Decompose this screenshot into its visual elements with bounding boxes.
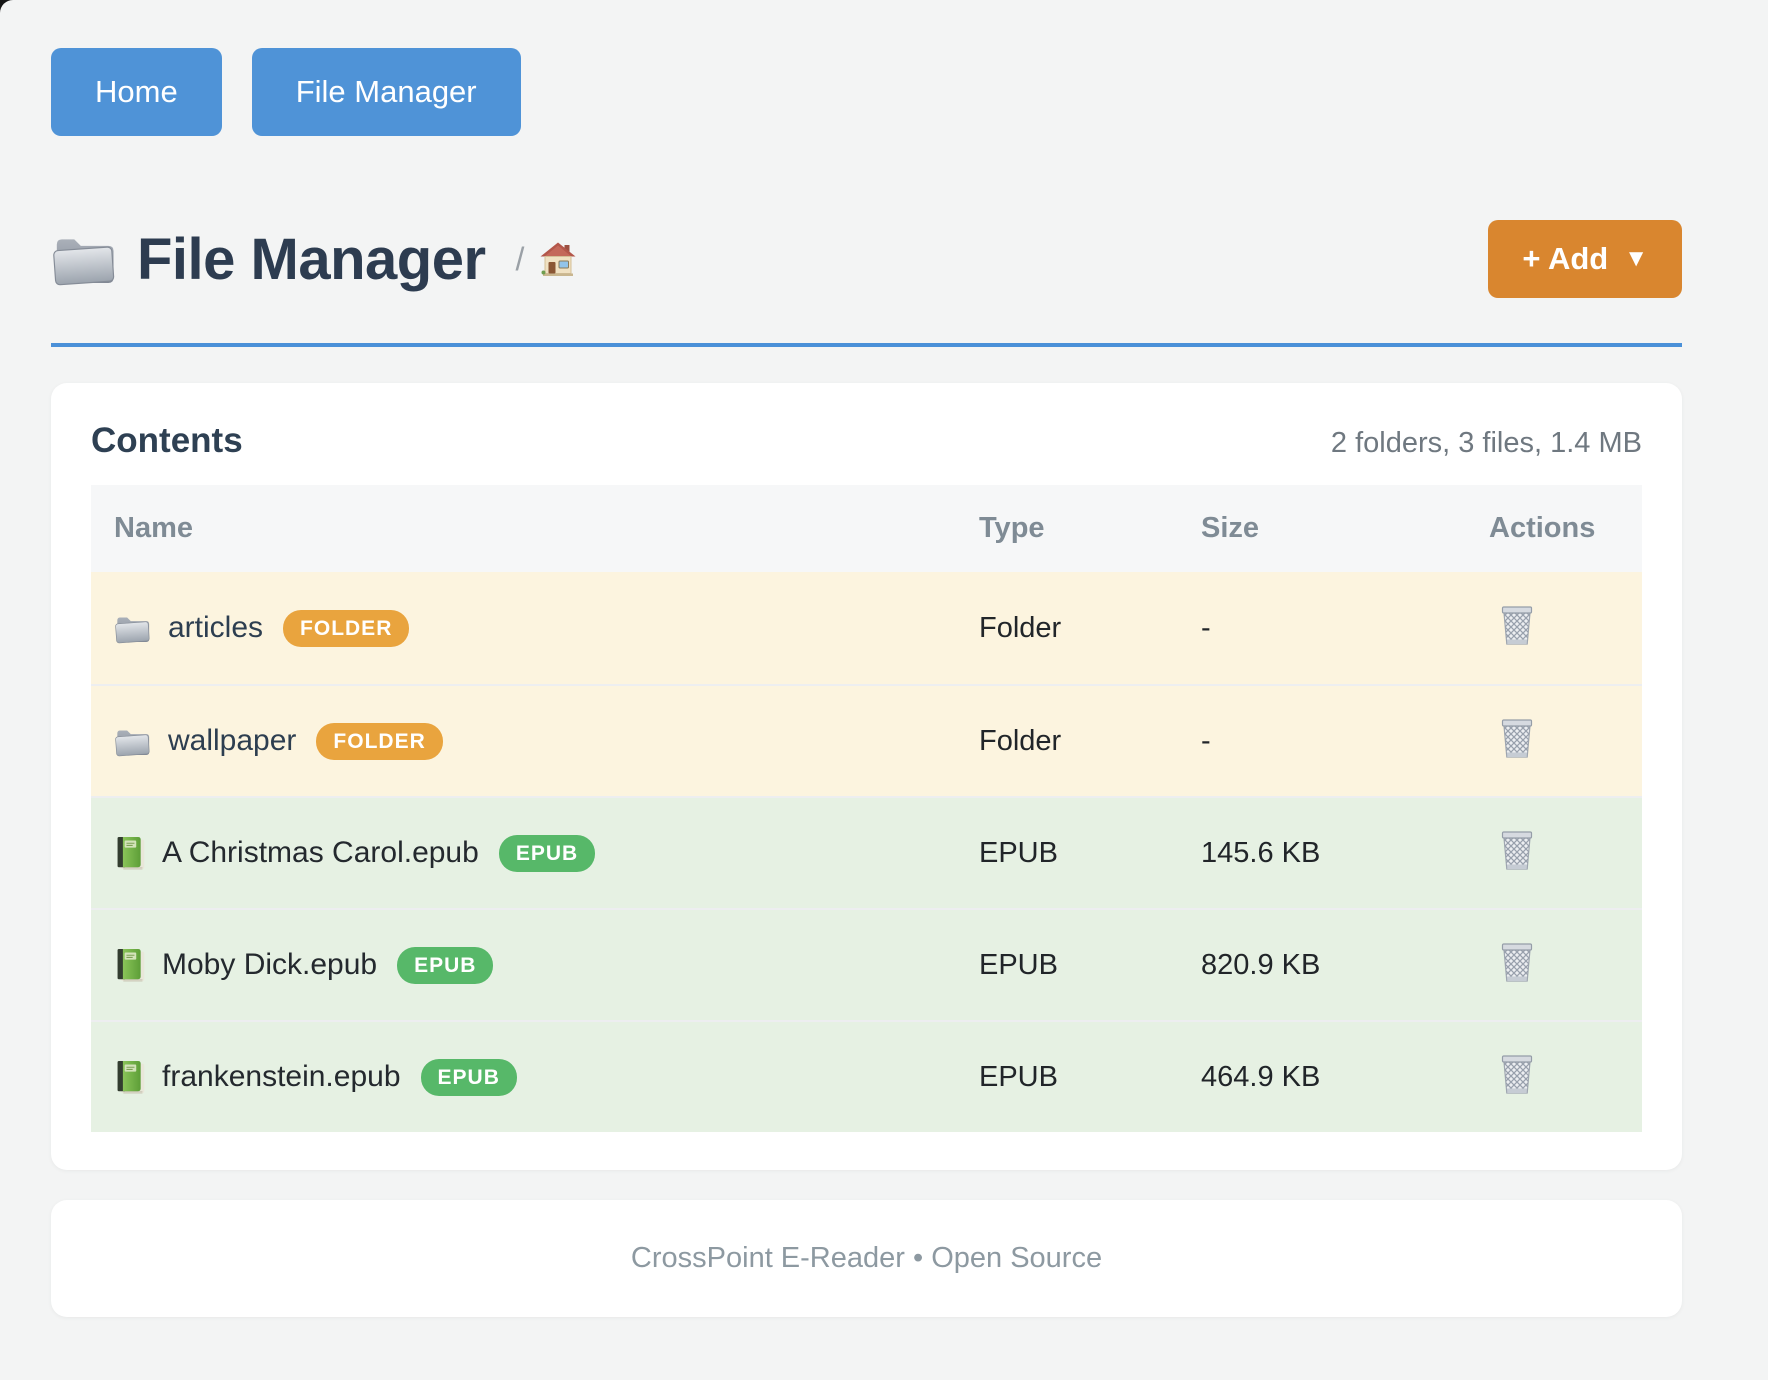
column-header-name: Name xyxy=(114,512,979,545)
green-book-icon xyxy=(114,1059,146,1095)
folder-badge: FOLDER xyxy=(316,723,442,760)
name-cell: articles FOLDER xyxy=(114,610,979,647)
actions-cell xyxy=(1489,603,1642,653)
chevron-down-icon: ▼ xyxy=(1624,245,1648,273)
nav-home-button[interactable]: Home xyxy=(51,48,222,136)
table-header-row: Name Type Size Actions xyxy=(91,485,1642,572)
column-header-actions: Actions xyxy=(1489,512,1642,545)
file-name: frankenstein.epub xyxy=(162,1060,401,1094)
home-icon[interactable] xyxy=(540,241,576,277)
type-cell: EPUB xyxy=(979,1061,1201,1094)
table-row: frankenstein.epub EPUB EPUB 464.9 KB xyxy=(91,1020,1642,1132)
type-cell: EPUB xyxy=(979,837,1201,870)
add-button[interactable]: + Add ▼ xyxy=(1488,220,1682,298)
type-cell: EPUB xyxy=(979,949,1201,982)
trash-icon xyxy=(1498,603,1536,645)
table-body: articles FOLDER Folder - wallpaper xyxy=(91,572,1642,1132)
type-cell: Folder xyxy=(979,725,1201,758)
page-container: Home File Manager File Manager / + Add ▼… xyxy=(51,0,1682,1317)
delete-button[interactable] xyxy=(1498,940,1536,982)
name-cell: wallpaper FOLDER xyxy=(114,723,979,760)
size-cell: 820.9 KB xyxy=(1201,949,1489,982)
name-cell: A Christmas Carol.epub EPUB xyxy=(114,835,979,872)
delete-button[interactable] xyxy=(1498,716,1536,758)
size-cell: - xyxy=(1201,612,1489,645)
actions-cell xyxy=(1489,1052,1642,1102)
folder-name-link[interactable]: articles xyxy=(168,611,263,645)
trash-icon xyxy=(1498,716,1536,758)
page-title-group: File Manager / xyxy=(51,226,576,293)
column-header-type: Type xyxy=(979,512,1201,545)
type-cell: Folder xyxy=(979,612,1201,645)
epub-badge: EPUB xyxy=(499,835,595,872)
delete-button[interactable] xyxy=(1498,603,1536,645)
name-cell: Moby Dick.epub EPUB xyxy=(114,947,979,984)
table-row: A Christmas Carol.epub EPUB EPUB 145.6 K… xyxy=(91,796,1642,908)
contents-summary: 2 folders, 3 files, 1.4 MB xyxy=(1331,427,1642,460)
epub-badge: EPUB xyxy=(397,947,493,984)
header-divider xyxy=(51,343,1682,347)
table-row: Moby Dick.epub EPUB EPUB 820.9 KB xyxy=(91,908,1642,1020)
delete-button[interactable] xyxy=(1498,828,1536,870)
actions-cell xyxy=(1489,828,1642,878)
window-corner xyxy=(0,0,22,22)
breadcrumb: / xyxy=(516,241,577,278)
column-header-size: Size xyxy=(1201,512,1489,545)
contents-card: Contents 2 folders, 3 files, 1.4 MB Name… xyxy=(51,383,1682,1170)
file-table: Name Type Size Actions articles FOLDER F… xyxy=(91,485,1642,1132)
table-row: articles FOLDER Folder - xyxy=(91,572,1642,684)
breadcrumb-separator: / xyxy=(516,241,525,278)
actions-cell xyxy=(1489,716,1642,766)
actions-cell xyxy=(1489,940,1642,990)
green-book-icon xyxy=(114,947,146,983)
folder-icon xyxy=(114,613,150,644)
table-row: wallpaper FOLDER Folder - xyxy=(91,684,1642,796)
folder-name-link[interactable]: wallpaper xyxy=(168,724,296,758)
size-cell: 145.6 KB xyxy=(1201,837,1489,870)
page-title: File Manager xyxy=(137,226,486,293)
page-header: File Manager / + Add ▼ xyxy=(51,220,1682,298)
nav-file-manager-button[interactable]: File Manager xyxy=(252,48,521,136)
size-cell: - xyxy=(1201,725,1489,758)
footer: CrossPoint E-Reader • Open Source xyxy=(51,1200,1682,1317)
file-name: A Christmas Carol.epub xyxy=(162,836,479,870)
green-book-icon xyxy=(114,835,146,871)
name-cell: frankenstein.epub EPUB xyxy=(114,1059,979,1096)
epub-badge: EPUB xyxy=(421,1059,517,1096)
top-nav: Home File Manager xyxy=(51,48,1682,136)
file-name: Moby Dick.epub xyxy=(162,948,377,982)
add-button-label: + Add xyxy=(1522,241,1608,277)
delete-button[interactable] xyxy=(1498,1052,1536,1094)
trash-icon xyxy=(1498,828,1536,870)
trash-icon xyxy=(1498,1052,1536,1094)
contents-title: Contents xyxy=(91,421,243,461)
contents-card-header: Contents 2 folders, 3 files, 1.4 MB xyxy=(91,421,1642,461)
footer-text: CrossPoint E-Reader • Open Source xyxy=(631,1242,1102,1275)
trash-icon xyxy=(1498,940,1536,982)
folder-icon xyxy=(51,231,115,287)
folder-icon xyxy=(114,726,150,757)
size-cell: 464.9 KB xyxy=(1201,1061,1489,1094)
folder-badge: FOLDER xyxy=(283,610,409,647)
